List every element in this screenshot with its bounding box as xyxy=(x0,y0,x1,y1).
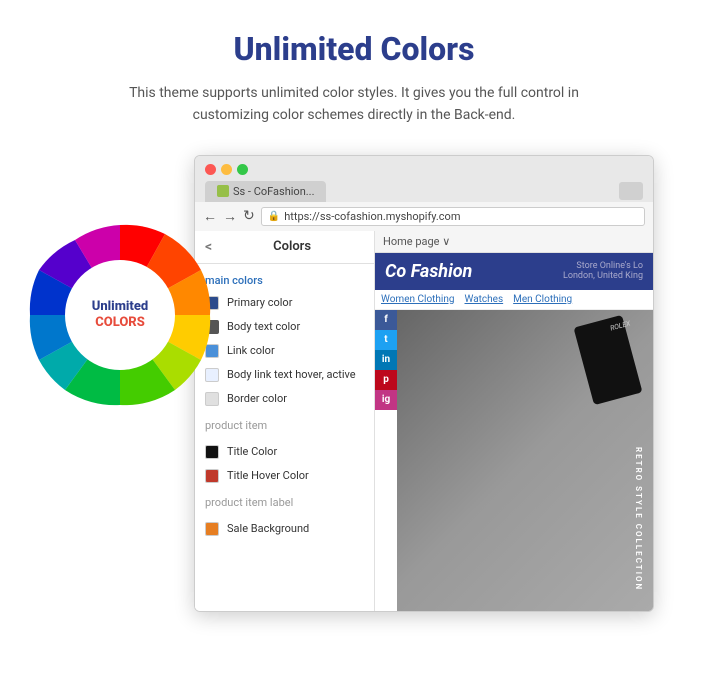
browser-tab-label: Ss - CoFashion... xyxy=(233,185,314,198)
shopify-sidebar: < Colors main colors Primary color Body … xyxy=(195,231,375,611)
browser-address-bar: ← → ↻ 🔒 https://ss-cofashion.myshopify.c… xyxy=(195,202,653,231)
hero-text-vertical: RETRO STYLE COLLECTION xyxy=(634,447,643,591)
title-color-swatch xyxy=(205,445,219,459)
nav-watches[interactable]: Watches xyxy=(465,294,504,305)
color-option-body-text[interactable]: Body text color xyxy=(195,315,374,339)
product-label-section: product item label xyxy=(195,488,374,517)
color-option-title[interactable]: Title Color xyxy=(195,440,374,464)
browser-address-field[interactable]: 🔒 https://ss-cofashion.myshopify.com xyxy=(261,207,645,226)
browser-forward-btn[interactable]: → xyxy=(223,208,237,225)
hover-color-label: Body link text hover, active xyxy=(227,368,356,381)
color-option-link[interactable]: Link color xyxy=(195,339,374,363)
shopify-preview: Home page ∨ Co Fashion Store Online's Lo… xyxy=(375,231,653,611)
browser-maximize-btn[interactable] xyxy=(237,164,248,175)
browser-url: https://ss-cofashion.myshopify.com xyxy=(284,210,460,223)
link-color-label: Link color xyxy=(227,344,275,357)
page-container: Unlimited Colors This theme supports unl… xyxy=(0,0,708,632)
color-option-border[interactable]: Border color xyxy=(195,387,374,411)
store-logo: Co Fashion xyxy=(385,261,472,282)
color-wheel-container: Unlimited COLORS xyxy=(20,215,220,415)
color-wheel-center: Unlimited COLORS xyxy=(75,270,165,360)
browser-buttons xyxy=(205,164,643,175)
store-info: Store Online's Lo London, United King xyxy=(563,261,643,281)
primary-color-label: Primary color xyxy=(227,296,292,309)
nav-women-clothing[interactable]: Women Clothing xyxy=(381,294,455,305)
product-item-section-label: product item xyxy=(205,419,364,432)
store-info-line2: London, United King xyxy=(563,271,643,281)
preview-content: f t in p ig ROLEX RETRO STYLE COLLECTION xyxy=(375,310,653,611)
color-option-primary[interactable]: Primary color xyxy=(195,291,374,315)
pinterest-btn[interactable]: p xyxy=(375,370,397,390)
sale-bg-color-label: Sale Background xyxy=(227,522,309,535)
border-color-label: Border color xyxy=(227,392,287,405)
title-hover-color-swatch xyxy=(205,469,219,483)
preview-topbar-label: Home page ∨ xyxy=(383,235,450,248)
color-option-title-hover[interactable]: Title Hover Color xyxy=(195,464,374,488)
browser-tab-bar: Ss - CoFashion... xyxy=(205,181,643,202)
twitter-btn[interactable]: t xyxy=(375,330,397,350)
page-subtitle: This theme supports unlimited color styl… xyxy=(94,82,614,127)
body-text-color-label: Body text color xyxy=(227,320,300,333)
main-colors-section-title: main colors xyxy=(195,264,374,291)
shopify-tab-icon xyxy=(217,185,229,197)
wheel-text-unlimited: Unlimited xyxy=(92,299,148,315)
product-label-section-title: product item label xyxy=(205,496,364,509)
browser-close-btn[interactable] xyxy=(205,164,216,175)
wheel-text-colors: COLORS xyxy=(95,315,145,331)
browser-chrome: Ss - CoFashion... xyxy=(195,156,653,202)
preview-social: f t in p ig xyxy=(375,310,397,611)
preview-topbar: Home page ∨ xyxy=(375,231,653,253)
facebook-btn[interactable]: f xyxy=(375,310,397,330)
lock-icon: 🔒 xyxy=(268,211,280,222)
product-item-section: product item xyxy=(195,411,374,440)
store-info-line1: Store Online's Lo xyxy=(563,261,643,271)
sidebar-title: Colors xyxy=(220,239,364,254)
sale-bg-color-swatch xyxy=(205,522,219,536)
sidebar-header: < Colors xyxy=(195,231,374,264)
color-option-sale[interactable]: Sale Background xyxy=(195,517,374,541)
instagram-btn[interactable]: ig xyxy=(375,390,397,410)
browser-content: < Colors main colors Primary color Body … xyxy=(195,231,653,611)
browser-tab-expand xyxy=(619,182,643,200)
browser-reload-btn[interactable]: ↻ xyxy=(243,208,255,224)
content-area: Unlimited COLORS Ss - CoFashion... xyxy=(20,155,688,612)
browser-minimize-btn[interactable] xyxy=(221,164,232,175)
browser-mockup: Ss - CoFashion... ← → ↻ 🔒 https://ss-cof… xyxy=(194,155,654,612)
title-color-label: Title Color xyxy=(227,445,277,458)
preview-hero: ROLEX RETRO STYLE COLLECTION xyxy=(397,310,653,611)
color-wheel-wrapper: Unlimited COLORS xyxy=(20,215,220,415)
color-option-hover[interactable]: Body link text hover, active xyxy=(195,363,374,387)
page-title: Unlimited Colors xyxy=(233,30,474,68)
preview-header: Co Fashion Store Online's Lo London, Uni… xyxy=(375,253,653,290)
preview-nav: Women Clothing Watches Men Clothing xyxy=(375,290,653,310)
browser-tab[interactable]: Ss - CoFashion... xyxy=(205,181,326,202)
nav-men-clothing[interactable]: Men Clothing xyxy=(513,294,572,305)
linkedin-btn[interactable]: in xyxy=(375,350,397,370)
title-hover-color-label: Title Hover Color xyxy=(227,469,309,482)
